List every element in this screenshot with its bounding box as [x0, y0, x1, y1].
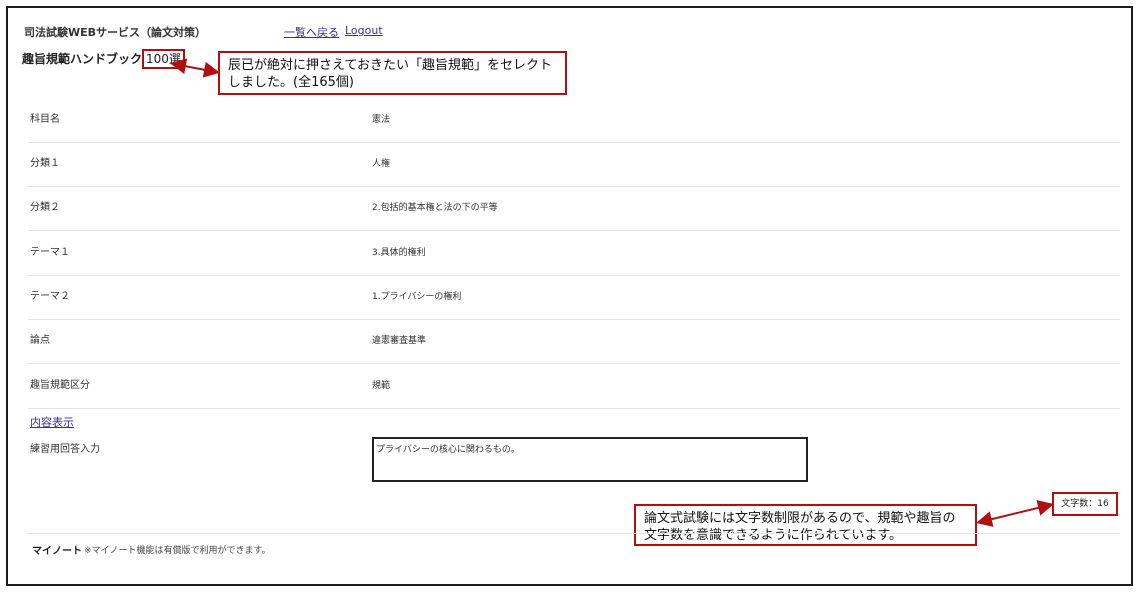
arrow-top — [170, 58, 220, 78]
annotation-arrows — [170, 58, 1054, 527]
arrow-bottom — [976, 500, 1054, 527]
